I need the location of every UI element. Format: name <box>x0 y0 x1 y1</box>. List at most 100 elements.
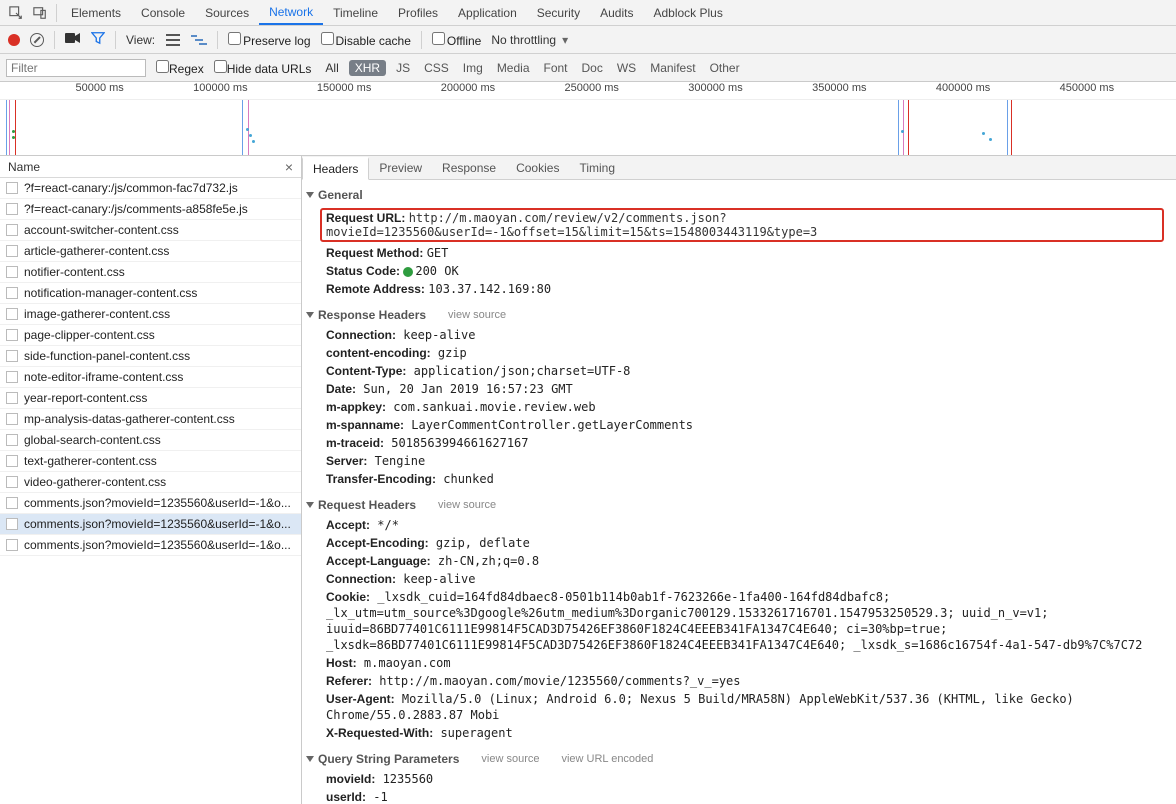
file-icon <box>6 308 18 320</box>
header-row: Connection: keep-alive <box>302 570 1176 588</box>
status-dot-icon <box>403 267 413 277</box>
separator <box>56 4 57 22</box>
request-headers-section[interactable]: Request Headersview source <box>302 494 1176 516</box>
request-name: page-clipper-content.css <box>24 328 155 342</box>
tab-application[interactable]: Application <box>448 0 527 25</box>
device-mode-icon[interactable] <box>28 0 52 25</box>
record-icon[interactable] <box>8 34 20 46</box>
close-icon[interactable]: × <box>285 159 293 175</box>
request-row[interactable]: notifier-content.css <box>0 262 301 283</box>
file-icon <box>6 476 18 488</box>
filter-type-font[interactable]: Font <box>540 61 572 75</box>
header-row: Accept: */* <box>302 516 1176 534</box>
hide-data-urls-checkbox[interactable]: Hide data URLs <box>214 60 312 76</box>
timeline-lanes <box>0 100 1176 155</box>
request-row[interactable]: text-gatherer-content.css <box>0 451 301 472</box>
details-tab-preview[interactable]: Preview <box>369 156 432 179</box>
request-row[interactable]: mp-analysis-datas-gatherer-content.css <box>0 409 301 430</box>
request-name: comments.json?movieId=1235560&userId=-1&… <box>24 517 291 531</box>
separator <box>217 31 218 49</box>
request-name: mp-analysis-datas-gatherer-content.css <box>24 412 235 426</box>
request-row[interactable]: notification-manager-content.css <box>0 283 301 304</box>
request-row[interactable]: image-gatherer-content.css <box>0 304 301 325</box>
request-row[interactable]: year-report-content.css <box>0 388 301 409</box>
tab-network[interactable]: Network <box>259 0 323 25</box>
disable-cache-checkbox[interactable]: Disable cache <box>321 32 411 48</box>
offline-checkbox[interactable]: Offline <box>432 32 481 48</box>
view-source-link[interactable]: view source <box>448 309 506 321</box>
tab-console[interactable]: Console <box>131 0 195 25</box>
request-row[interactable]: side-function-panel-content.css <box>0 346 301 367</box>
filter-type-manifest[interactable]: Manifest <box>646 61 699 75</box>
name-column-header[interactable]: Name <box>8 160 40 174</box>
tab-elements[interactable]: Elements <box>61 0 131 25</box>
filter-type-ws[interactable]: WS <box>613 61 640 75</box>
details-tabs: HeadersPreviewResponseCookiesTiming <box>302 156 1176 180</box>
preserve-log-checkbox[interactable]: Preserve log <box>228 32 310 48</box>
requests-panel: Name × ?f=react-canary:/js/common-fac7d7… <box>0 156 302 804</box>
view-source-link[interactable]: view source <box>438 499 496 511</box>
request-row[interactable]: note-editor-iframe-content.css <box>0 367 301 388</box>
view-url-encoded-link[interactable]: view URL encoded <box>561 753 653 765</box>
filter-type-img[interactable]: Img <box>459 61 487 75</box>
list-view-icon[interactable] <box>165 34 181 46</box>
tab-audits[interactable]: Audits <box>590 0 643 25</box>
request-row[interactable]: global-search-content.css <box>0 430 301 451</box>
request-row[interactable]: page-clipper-content.css <box>0 325 301 346</box>
tab-sources[interactable]: Sources <box>195 0 259 25</box>
header-row: m-appkey: com.sankuai.movie.review.web <box>302 398 1176 416</box>
filter-input[interactable] <box>6 59 146 77</box>
tab-adblock-plus[interactable]: Adblock Plus <box>643 0 732 25</box>
camera-icon[interactable] <box>65 32 81 47</box>
details-tab-response[interactable]: Response <box>432 156 506 179</box>
ruler-tick: 100000 ms <box>193 82 247 94</box>
file-icon <box>6 392 18 404</box>
query-string-section[interactable]: Query String Parametersview sourceview U… <box>302 748 1176 770</box>
view-source-link[interactable]: view source <box>481 753 539 765</box>
request-row[interactable]: comments.json?movieId=1235560&userId=-1&… <box>0 493 301 514</box>
header-row: Connection: keep-alive <box>302 326 1176 344</box>
response-headers-section[interactable]: Response Headersview source <box>302 304 1176 326</box>
file-icon <box>6 182 18 194</box>
details-tab-headers[interactable]: Headers <box>302 157 369 180</box>
general-section[interactable]: General <box>302 184 1176 206</box>
request-row[interactable]: comments.json?movieId=1235560&userId=-1&… <box>0 514 301 535</box>
request-row[interactable]: comments.json?movieId=1235560&userId=-1&… <box>0 535 301 556</box>
file-icon <box>6 329 18 341</box>
file-icon <box>6 350 18 362</box>
filter-icon[interactable] <box>91 31 105 48</box>
request-row[interactable]: account-switcher-content.css <box>0 220 301 241</box>
file-icon <box>6 371 18 383</box>
filter-type-js[interactable]: JS <box>392 61 414 75</box>
details-tab-cookies[interactable]: Cookies <box>506 156 569 179</box>
regex-checkbox[interactable]: Regex <box>156 60 204 76</box>
details-tab-timing[interactable]: Timing <box>569 156 625 179</box>
filter-type-all[interactable]: All <box>321 61 342 75</box>
filter-type-xhr[interactable]: XHR <box>349 60 386 76</box>
header-row: movieId: 1235560 <box>302 770 1176 788</box>
filter-type-other[interactable]: Other <box>706 61 744 75</box>
header-row: Server: Tengine <box>302 452 1176 470</box>
tab-timeline[interactable]: Timeline <box>323 0 388 25</box>
throttling-select[interactable]: No throttling▾ <box>491 33 568 47</box>
request-row[interactable]: article-gatherer-content.css <box>0 241 301 262</box>
request-name: side-function-panel-content.css <box>24 349 190 363</box>
waterfall-view-icon[interactable] <box>191 34 207 46</box>
timeline-overview[interactable]: 50000 ms100000 ms150000 ms200000 ms25000… <box>0 82 1176 156</box>
timeline-ruler: 50000 ms100000 ms150000 ms200000 ms25000… <box>0 82 1176 100</box>
request-row[interactable]: ?f=react-canary:/js/common-fac7d732.js <box>0 178 301 199</box>
filter-type-doc[interactable]: Doc <box>578 61 607 75</box>
request-row[interactable]: video-gatherer-content.css <box>0 472 301 493</box>
view-label: View: <box>126 33 155 47</box>
header-row: m-traceid: 5018563994661627167 <box>302 434 1176 452</box>
tab-profiles[interactable]: Profiles <box>388 0 448 25</box>
header-row: Cookie: _lxsdk_cuid=164fd84dbaec8-0501b1… <box>302 588 1176 654</box>
inspect-icon[interactable] <box>4 0 28 25</box>
filter-type-css[interactable]: CSS <box>420 61 453 75</box>
file-icon <box>6 287 18 299</box>
clear-icon[interactable] <box>30 33 44 47</box>
tab-security[interactable]: Security <box>527 0 590 25</box>
request-row[interactable]: ?f=react-canary:/js/comments-a858fe5e.js <box>0 199 301 220</box>
filter-type-media[interactable]: Media <box>493 61 534 75</box>
requests-list[interactable]: ?f=react-canary:/js/common-fac7d732.js?f… <box>0 178 301 804</box>
